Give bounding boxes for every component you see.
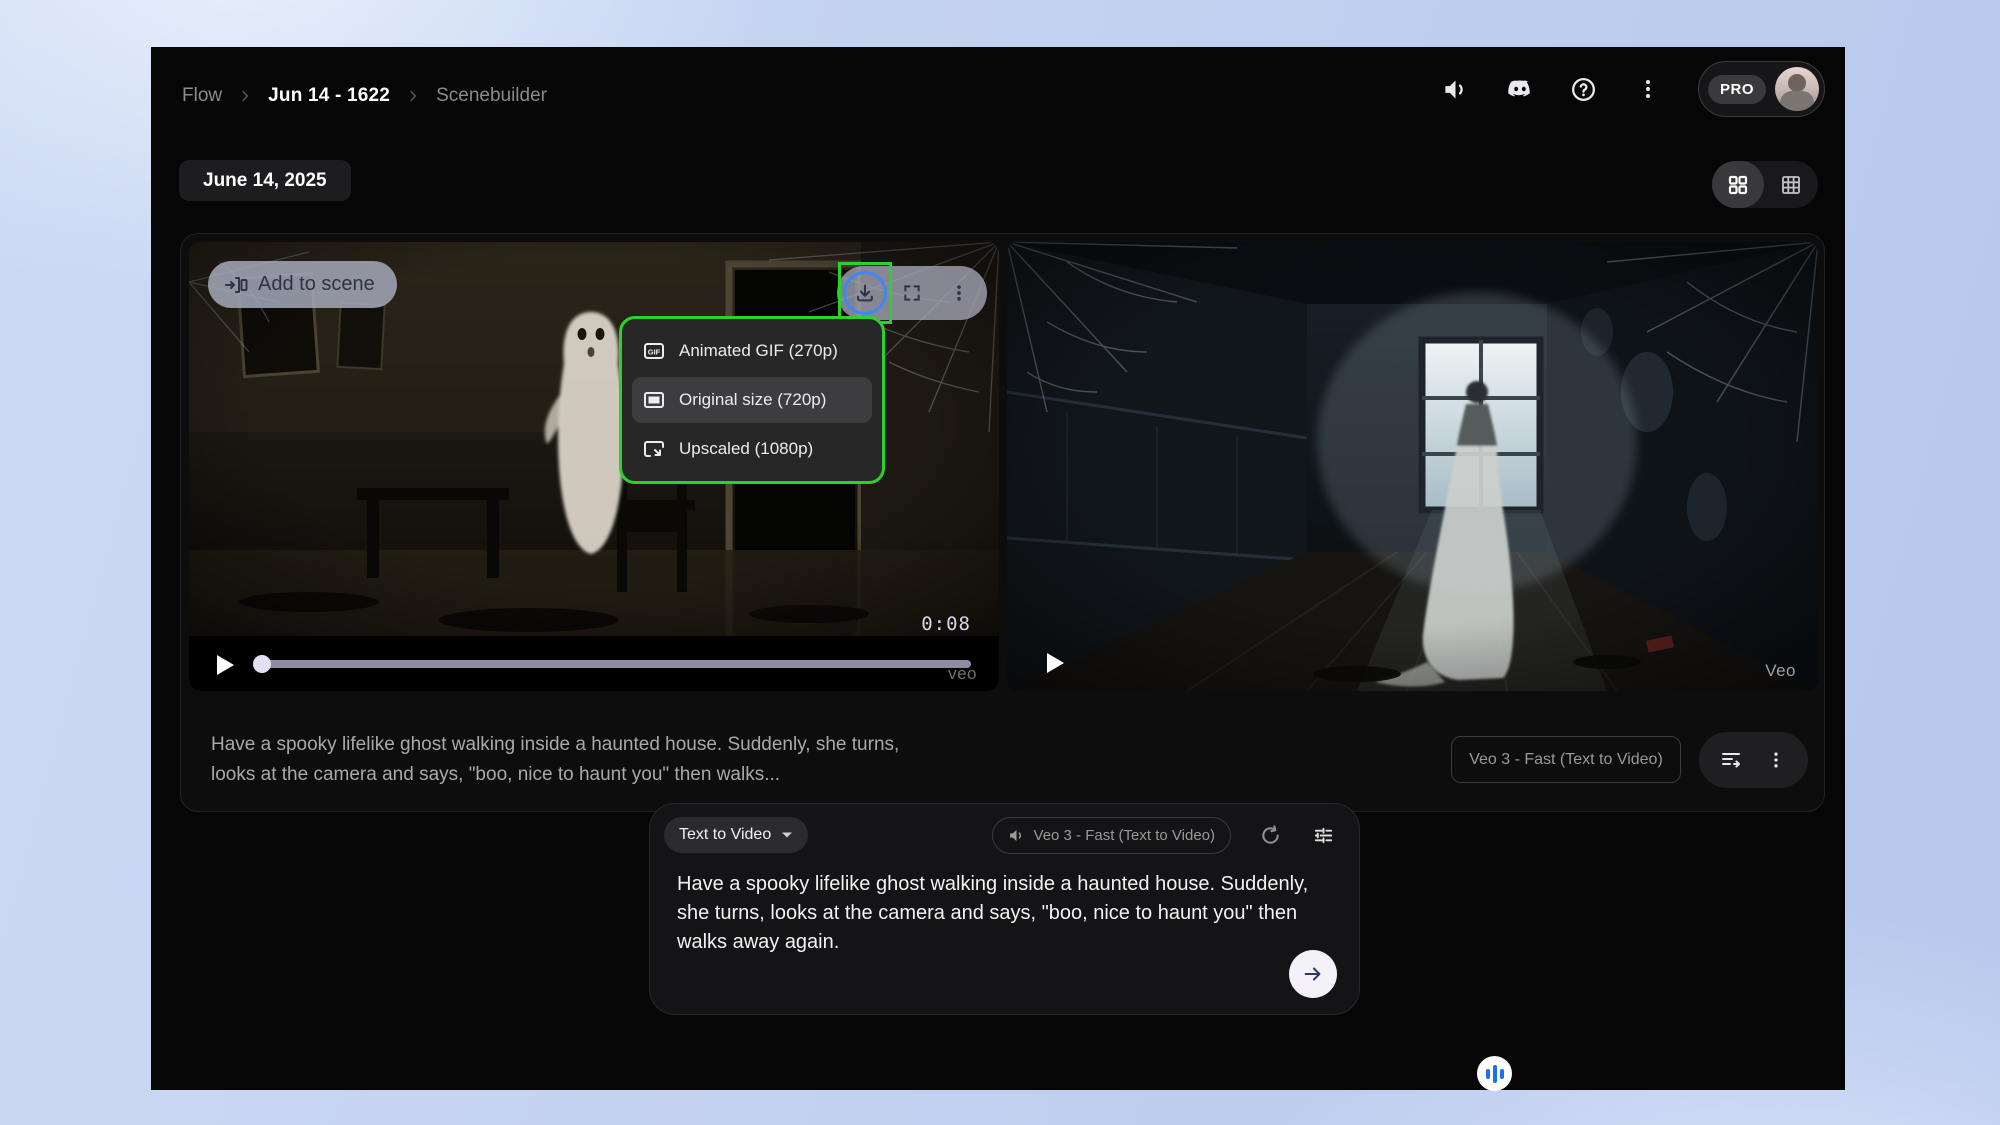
- download-focus-ring: [843, 271, 887, 315]
- prompt-caption: Have a spooky lifelike ghost walking ins…: [211, 730, 911, 790]
- download-menu: GIF Animated GIF (270p) Original size (7…: [619, 316, 885, 484]
- header-actions: PRO: [1442, 61, 1825, 117]
- chevron-right-icon: [238, 89, 252, 103]
- breadcrumb: Flow Jun 14 - 1622 Scenebuilder: [182, 81, 547, 111]
- reuse-prompt-button[interactable]: [1718, 747, 1744, 773]
- video-actions-pill: [837, 266, 987, 320]
- model-chip: Veo 3 - Fast (Text to Video): [1451, 736, 1681, 783]
- menu-item-label: Original size (720p): [679, 390, 826, 410]
- veo-watermark: veo: [948, 664, 977, 684]
- arrow-right-icon: [1302, 963, 1324, 985]
- caption-more-options-button[interactable]: [1763, 747, 1789, 773]
- refresh-icon: [1259, 824, 1282, 847]
- chevron-right-icon: [406, 89, 420, 103]
- generation-group-card: 0:08 veo Add to scene: [180, 233, 1825, 812]
- prompt-panel: Text to Video Veo 3 - Fast (Text to Vide…: [649, 803, 1360, 1015]
- more-options-icon[interactable]: [1634, 75, 1662, 103]
- original-size-icon: [642, 388, 666, 412]
- help-icon[interactable]: [1570, 75, 1598, 103]
- menu-item-animated-gif[interactable]: GIF Animated GIF (270p): [632, 328, 872, 374]
- date-chip: June 14, 2025: [179, 160, 351, 201]
- tune-icon: [1312, 824, 1335, 847]
- caret-down-icon: [781, 831, 793, 839]
- kebab-icon: [1766, 750, 1786, 770]
- video-more-options-button[interactable]: [937, 271, 981, 315]
- grid-large-view-button[interactable]: [1712, 161, 1764, 208]
- add-to-scene-button[interactable]: Add to scene: [208, 261, 397, 308]
- video-duration: 0:08: [921, 613, 971, 635]
- play-button[interactable]: [1045, 652, 1065, 674]
- fullscreen-button[interactable]: [890, 271, 934, 315]
- mode-selector[interactable]: Text to Video: [664, 817, 808, 853]
- reuse-prompt-icon: [1719, 748, 1743, 772]
- grid-small-view-button[interactable]: [1764, 161, 1818, 208]
- video-card-right[interactable]: Veo: [1007, 242, 1818, 691]
- gif-icon: GIF: [642, 339, 666, 363]
- waveform-icon: [1500, 1069, 1504, 1079]
- seek-slider-thumb[interactable]: [253, 655, 271, 673]
- menu-item-original-size[interactable]: Original size (720p): [632, 377, 872, 423]
- breadcrumb-project[interactable]: Jun 14 - 1622: [268, 85, 390, 107]
- app-canvas: Flow Jun 14 - 1622 Scenebuilder PRO June…: [151, 47, 1845, 1090]
- caption-actions-pill: [1699, 732, 1808, 788]
- model-chip-label: Veo 3 - Fast (Text to Video): [1034, 827, 1215, 844]
- settings-button[interactable]: [1309, 822, 1337, 850]
- audio-icon: [1008, 827, 1025, 844]
- account-pill[interactable]: PRO: [1698, 61, 1825, 117]
- discord-icon[interactable]: [1506, 75, 1534, 103]
- model-chip-prompt: Veo 3 - Fast (Text to Video): [992, 817, 1231, 854]
- add-to-scene-label: Add to scene: [258, 273, 375, 296]
- download-button[interactable]: [843, 271, 887, 315]
- menu-item-label: Animated GIF (270p): [679, 341, 838, 361]
- volume-icon[interactable]: [1442, 75, 1470, 103]
- seek-slider[interactable]: [255, 660, 971, 668]
- regenerate-button[interactable]: [1256, 822, 1284, 850]
- kebab-icon: [949, 283, 969, 303]
- svg-text:GIF: GIF: [648, 347, 661, 356]
- add-to-scene-icon: [224, 273, 248, 297]
- waveform-icon: [1493, 1065, 1497, 1083]
- avatar[interactable]: [1775, 67, 1819, 111]
- play-button[interactable]: [215, 654, 235, 676]
- veo-watermark: Veo: [1765, 661, 1796, 681]
- prompt-input[interactable]: Have a spooky lifelike ghost walking ins…: [677, 870, 1325, 957]
- view-toggle: [1712, 161, 1818, 208]
- mode-selector-label: Text to Video: [679, 826, 771, 844]
- pro-badge: PRO: [1708, 75, 1766, 104]
- waveform-icon: [1486, 1069, 1490, 1079]
- audio-waveform-button[interactable]: [1477, 1056, 1512, 1091]
- breadcrumb-flow[interactable]: Flow: [182, 85, 222, 107]
- breadcrumb-scenebuilder[interactable]: Scenebuilder: [436, 85, 547, 107]
- submit-button[interactable]: [1289, 950, 1337, 998]
- haunted-hallway-video-frame: [1007, 242, 1818, 691]
- upscaled-icon: [642, 437, 666, 461]
- fullscreen-icon: [902, 283, 922, 303]
- menu-item-label: Upscaled (1080p): [679, 439, 813, 459]
- menu-item-upscaled[interactable]: Upscaled (1080p): [632, 426, 872, 472]
- prompt-panel-controls: Veo 3 - Fast (Text to Video): [992, 817, 1337, 854]
